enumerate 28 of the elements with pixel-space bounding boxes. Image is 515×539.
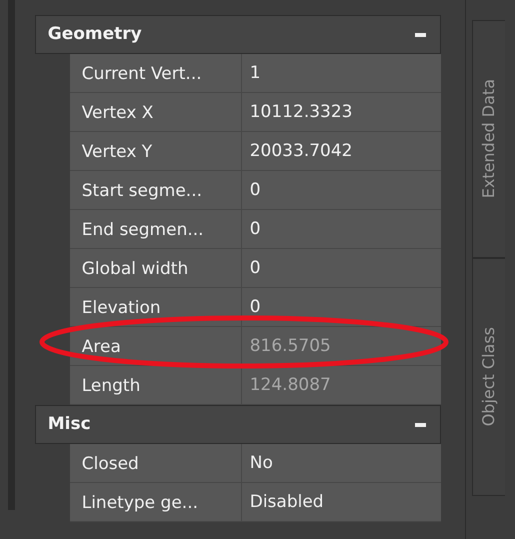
property-label: Linetype ge... (70, 483, 242, 521)
property-value[interactable]: 0 (242, 171, 441, 209)
side-tab[interactable]: Extended Data (472, 20, 505, 258)
property-value: 816.5705 (248, 335, 332, 358)
property-value[interactable]: 1 (242, 54, 441, 92)
collapse-icon[interactable] (414, 422, 426, 426)
property-value: 124.8087 (248, 374, 332, 397)
property-label: Vertex X (70, 93, 242, 131)
property-label: Elevation (70, 288, 242, 326)
property-value[interactable]: 0 (242, 288, 441, 326)
property-value[interactable]: 0 (242, 249, 441, 287)
property-label: Length (70, 366, 242, 404)
section-header[interactable]: Geometry (34, 15, 441, 54)
property-label: Global width (70, 249, 242, 287)
side-tab[interactable]: Object Class (472, 258, 505, 496)
property-value[interactable]: No (242, 444, 441, 482)
property-label: End segmen... (70, 210, 242, 248)
property-value[interactable]: 10112.3323 (242, 93, 441, 131)
property-value[interactable]: 20033.7042 (242, 132, 441, 170)
collapse-icon[interactable] (414, 32, 426, 36)
property-label: Area (70, 327, 242, 365)
property-value[interactable]: 0 (242, 210, 441, 248)
property-label: Start segme... (70, 171, 242, 209)
property-value[interactable]: Disabled (242, 483, 441, 521)
section-header[interactable]: Misc (34, 405, 441, 444)
property-label: Current Vert... (70, 54, 242, 92)
property-label: Vertex Y (70, 132, 242, 170)
property-label: Closed (70, 444, 242, 482)
